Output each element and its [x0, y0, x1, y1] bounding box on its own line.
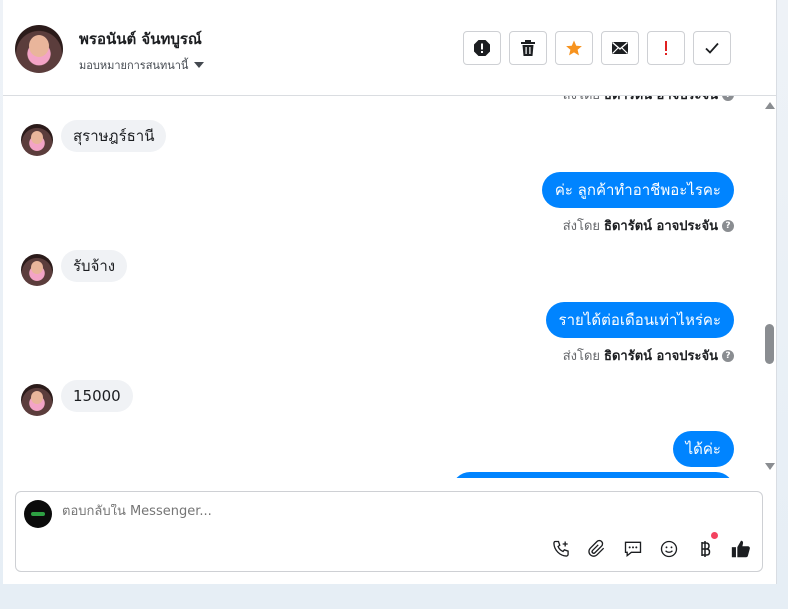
phone-add-icon — [553, 540, 569, 557]
trash-icon — [521, 40, 535, 56]
baht-icon — [701, 541, 711, 557]
scroll-up-icon[interactable] — [765, 102, 775, 109]
contact-avatar-small[interactable] — [21, 254, 53, 286]
smiley-icon — [660, 540, 678, 558]
star-icon — [566, 40, 582, 56]
assign-conversation-dropdown[interactable]: มอบหมายการสนทนานี้ — [79, 56, 205, 74]
contact-avatar-small[interactable] — [21, 124, 53, 156]
sent-by-line: ส่งโดย ธิดารัตน์ อาจประจัน ? — [563, 345, 734, 366]
reply-composer — [15, 491, 763, 572]
sent-by-line: ส่งโดย ธิดารัตน์ อาจประจัน ? — [563, 96, 734, 105]
incoming-message[interactable]: 15000 — [61, 380, 133, 412]
notification-dot — [711, 532, 718, 539]
help-icon[interactable]: ? — [722, 96, 734, 101]
outgoing-message[interactable]: รายได้ต่อเดือนเท่าไหร่คะ — [545, 302, 734, 338]
attach-button[interactable] — [586, 538, 608, 560]
emoji-button[interactable] — [658, 538, 680, 560]
composer-actions — [550, 532, 752, 560]
sent-by-prefix: ส่งโดย — [563, 96, 600, 105]
help-icon[interactable]: ? — [722, 219, 734, 232]
incoming-message[interactable]: รับจ้าง — [61, 250, 128, 282]
sent-by-prefix: ส่งโดย — [562, 219, 601, 234]
message-list[interactable]: ส่งโดย ธิดารัตน์ อาจประจัน ? สุราษฎร์ธาน… — [3, 96, 761, 478]
sent-by-prefix: ส่งโดย — [562, 349, 601, 364]
agent-name[interactable]: ธิดารัตน์ อาจประจัน — [604, 215, 718, 236]
conversation-panel: พรอนันต์ จันทบูรณ์ มอบหมายการสนทนานี้ สุ… — [3, 0, 777, 584]
chevron-down-icon — [194, 62, 205, 68]
mail-icon — [612, 41, 628, 54]
check-icon — [705, 42, 719, 54]
scroll-thumb[interactable] — [765, 324, 774, 364]
thumbs-up-icon — [731, 540, 750, 558]
scroll-down-icon[interactable] — [765, 463, 775, 470]
delete-button[interactable] — [509, 31, 547, 65]
contact-avatar-small[interactable] — [21, 384, 53, 416]
contact-name[interactable]: พรอนันต์ จันทบูรณ์ — [79, 27, 202, 51]
star-button[interactable] — [555, 31, 593, 65]
agent-name[interactable]: ธิดารัตน์ อาจประจัน — [604, 96, 718, 105]
assign-label: มอบหมายการสนทนานี้ — [79, 59, 189, 72]
call-button[interactable] — [550, 538, 572, 560]
page-avatar — [24, 500, 52, 528]
mark-important-button[interactable] — [647, 31, 685, 65]
mark-spam-button[interactable] — [463, 31, 501, 65]
outgoing-message-partial[interactable] — [452, 472, 734, 478]
saved-replies-button[interactable] — [622, 538, 644, 560]
reply-input[interactable] — [62, 504, 562, 519]
scrollbar[interactable] — [763, 96, 776, 478]
important-icon — [665, 41, 667, 55]
chat-bubble-icon — [624, 541, 642, 558]
conversation-header: พรอนันต์ จันทบูรณ์ มอบหมายการสนทนานี้ — [3, 0, 776, 96]
mark-unread-button[interactable] — [601, 31, 639, 65]
outgoing-message[interactable]: ค่ะ ลูกค้าทำอาชีพอะไรคะ — [541, 172, 734, 208]
sent-by-line: ส่งโดย ธิดารัตน์ อาจประจัน ? — [563, 215, 734, 236]
paperclip-icon — [588, 539, 605, 557]
outgoing-message[interactable]: ได้ค่ะ — [672, 431, 734, 467]
incoming-message[interactable]: สุราษฎร์ธานี — [61, 120, 167, 152]
contact-avatar[interactable] — [15, 25, 63, 73]
action-toolbar — [463, 31, 731, 65]
mark-done-button[interactable] — [693, 31, 731, 65]
spam-icon — [474, 40, 490, 56]
agent-name[interactable]: ธิดารัตน์ อาจประจัน — [604, 345, 718, 366]
payment-button[interactable] — [694, 532, 718, 560]
like-button[interactable] — [730, 538, 752, 560]
help-icon[interactable]: ? — [722, 349, 734, 362]
